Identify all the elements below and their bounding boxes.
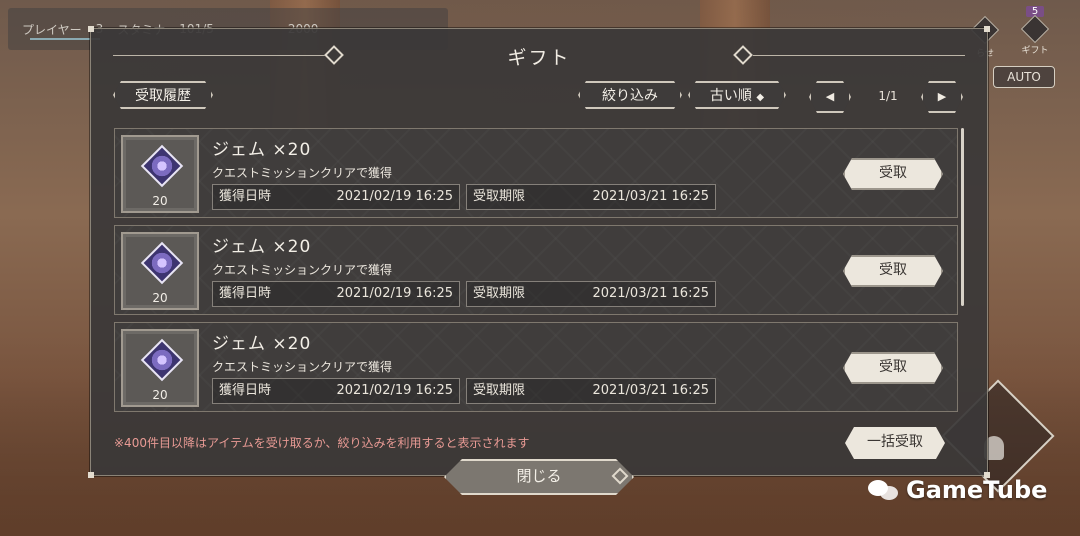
gem-icon (140, 338, 184, 382)
next-page-button[interactable]: ▶ (921, 81, 963, 113)
item-count: 20 (152, 194, 168, 208)
expiry-label: 受取期限 (473, 383, 526, 398)
expiry-date-box: 受取期限 2021/03/21 16:25 (466, 184, 716, 210)
sort-button[interactable]: 古い順 ◆ (688, 81, 786, 109)
gift-title: ジェム ×20 (212, 237, 312, 257)
gift-description: クエストミッションクリアで獲得 (212, 263, 393, 277)
claim-button[interactable]: 受取 (843, 352, 943, 384)
corner-ornament (984, 26, 990, 32)
gift-row: 20 ジェム ×20 クエストミッションクリアで獲得 獲得日時 2021/02/… (114, 128, 958, 218)
sort-toggle-icon: ◆ (756, 92, 765, 103)
gift-row: 20 ジェム ×20 クエストミッションクリアで獲得 獲得日時 2021/02/… (114, 225, 958, 315)
list-limit-notice: ※400件目以降はアイテムを受け取るか、絞り込みを利用すると表示されます (114, 436, 530, 450)
item-thumbnail: 20 (121, 329, 199, 407)
gem-icon (140, 241, 184, 285)
player-label: プレイヤー (22, 22, 82, 37)
gem-icon (140, 144, 184, 188)
corner-ornament (88, 26, 94, 32)
item-thumbnail: 20 (121, 232, 199, 310)
received-date: 2021/02/19 16:25 (336, 383, 453, 398)
corner-ornament (88, 472, 94, 478)
claim-button[interactable]: 受取 (843, 255, 943, 287)
received-label: 獲得日時 (219, 383, 272, 398)
expiry-date: 2021/03/21 16:25 (592, 189, 709, 204)
gift-row: 20 ジェム ×20 クエストミッションクリアで獲得 獲得日時 2021/02/… (114, 322, 958, 412)
bulk-claim-button[interactable]: 一括受取 (845, 427, 945, 459)
claim-button[interactable]: 受取 (843, 158, 943, 190)
prev-page-button[interactable]: ◀ (809, 81, 851, 113)
gift-description: クエストミッションクリアで獲得 (212, 360, 393, 374)
expiry-date-box: 受取期限 2021/03/21 16:25 (466, 378, 716, 404)
auto-button[interactable]: AUTO (993, 66, 1055, 88)
received-label: 獲得日時 (219, 189, 272, 204)
item-count: 20 (152, 388, 168, 402)
received-date: 2021/02/19 16:25 (336, 189, 453, 204)
gift-title: ジェム ×20 (212, 140, 312, 160)
title-divider-right (753, 55, 965, 56)
received-label: 獲得日時 (219, 286, 272, 301)
next-arrow-icon: ▶ (937, 90, 947, 103)
gift-list[interactable]: 20 ジェム ×20 クエストミッションクリアで獲得 獲得日時 2021/02/… (114, 128, 958, 416)
expiry-date: 2021/03/21 16:25 (592, 286, 709, 301)
gift-title: ジェム ×20 (212, 334, 312, 354)
gametube-watermark: GameTube (868, 476, 1047, 504)
list-scrollbar[interactable] (961, 128, 964, 306)
item-thumbnail: 20 (121, 135, 199, 213)
dialog-title: ギフト (507, 47, 571, 69)
expiry-date: 2021/03/21 16:25 (592, 383, 709, 398)
received-date-box: 獲得日時 2021/02/19 16:25 (212, 184, 460, 210)
receive-history-button[interactable]: 受取履歴 (113, 81, 213, 109)
page-indicator: 1/1 (878, 89, 898, 103)
gift-menu-label: ギフト (1021, 46, 1049, 56)
expiry-label: 受取期限 (473, 189, 526, 204)
wechat-icon (868, 478, 900, 502)
expiry-label: 受取期限 (473, 286, 526, 301)
close-button[interactable]: 閉じる (444, 459, 634, 495)
received-date-box: 獲得日時 2021/02/19 16:25 (212, 281, 460, 307)
received-date-box: 獲得日時 2021/02/19 16:25 (212, 378, 460, 404)
gift-menu-button[interactable]: 5 ギフト (1012, 6, 1058, 56)
watermark-text: GameTube (906, 476, 1048, 504)
gift-description: クエストミッションクリアで獲得 (212, 166, 393, 180)
filter-button[interactable]: 絞り込み (578, 81, 682, 109)
received-date: 2021/02/19 16:25 (336, 286, 453, 301)
expiry-date-box: 受取期限 2021/03/21 16:25 (466, 281, 716, 307)
prev-arrow-icon: ◀ (825, 90, 835, 103)
sort-label: 古い順 (709, 88, 752, 104)
item-count: 20 (152, 291, 168, 305)
gift-icon (1020, 14, 1050, 44)
